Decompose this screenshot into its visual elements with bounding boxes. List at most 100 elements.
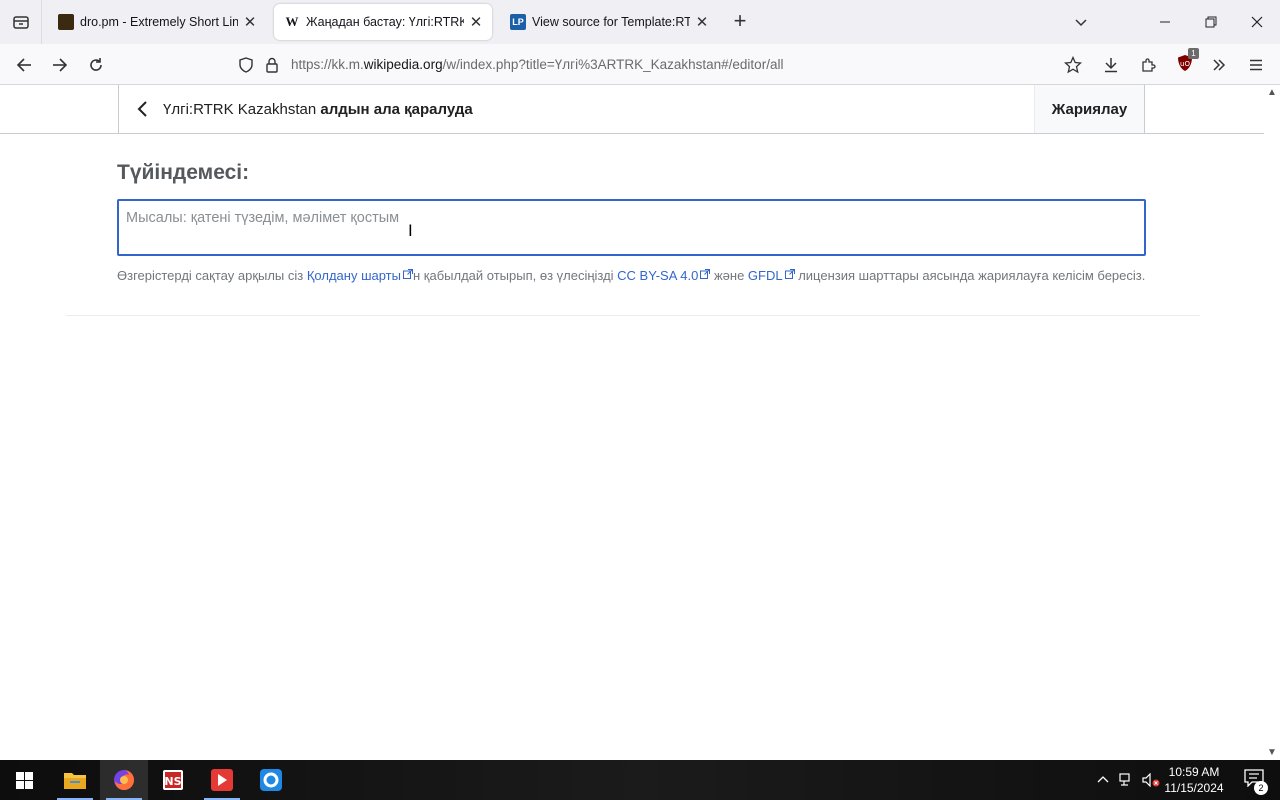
extensions-button[interactable] (1133, 50, 1163, 80)
cc-by-sa-link[interactable]: CC BY-SA 4.0 (617, 268, 711, 283)
content-divider (66, 315, 1200, 316)
chevron-up-icon (1097, 776, 1109, 783)
app-menu-button[interactable] (1241, 50, 1271, 80)
new-tab-button[interactable]: + (728, 10, 752, 34)
dro-pm-favicon-icon (58, 14, 74, 30)
bookmark-button[interactable] (1058, 50, 1088, 80)
url-domain: wikipedia.org (363, 57, 443, 72)
reload-button[interactable] (81, 50, 111, 80)
network-status-button[interactable] (1116, 760, 1138, 800)
taskbar-file-explorer[interactable] (51, 760, 99, 800)
minimize-button[interactable] (1142, 0, 1188, 44)
network-icon (1119, 773, 1130, 786)
external-link-icon (784, 269, 795, 279)
back-button[interactable] (9, 50, 39, 80)
lock-icon (266, 57, 278, 73)
site-info-button[interactable] (257, 50, 287, 80)
license-text-1: Өзгерістерді сақтау арқылы сіз (117, 268, 307, 283)
download-icon (1105, 58, 1117, 73)
close-window-button[interactable] (1234, 0, 1280, 44)
minimize-icon (1160, 21, 1170, 23)
clock-time: 10:59 AM (1168, 765, 1220, 779)
terms-of-use-link[interactable]: Қолдану шарты (307, 268, 413, 283)
restore-icon (1205, 16, 1217, 28)
volume-button[interactable] (1140, 760, 1162, 800)
notification-count-badge: 2 (1254, 780, 1268, 795)
external-link-icon (700, 269, 711, 279)
tab-strip: dro.pm - Extremely Short Links ✕ W Жаңад… (0, 0, 1280, 44)
close-icon (1251, 16, 1263, 28)
shield-icon (239, 57, 253, 73)
folder-icon (64, 773, 86, 789)
publish-button[interactable]: Жариялау (1034, 85, 1144, 133)
url-prefix: https://kk.m. (291, 57, 364, 72)
close-tab-icon[interactable]: ✕ (694, 13, 710, 31)
taskbar-app-ns[interactable]: NS (149, 760, 197, 800)
tab-view-source[interactable]: LP View source for Template:RTRK ✕ (500, 4, 718, 40)
license-notice: Өзгерістерді сақтау арқылы сіз Қолдану ш… (117, 266, 1152, 285)
editor-title: Үлгі:RTRK Kazakhstan алдын ала қаралуда (163, 101, 473, 118)
summary-label: Түйіндемесі: (117, 161, 250, 184)
taskbar-clock[interactable]: 10:59 AM 11/15/2024 (1160, 764, 1228, 796)
tab-title: dro.pm - Extremely Short Links (80, 15, 238, 29)
url-text[interactable]: https://kk.m.wikipedia.org/w/index.php?t… (291, 57, 783, 72)
tab-title: Жаңадан бастау: Үлгі:RTRK Kazakhstan (306, 15, 464, 29)
downloads-button[interactable] (1096, 50, 1126, 80)
taskbar-firefox[interactable] (100, 760, 148, 800)
tab-wikipedia[interactable]: W Жаңадан бастау: Үлгі:RTRK Kazakhstan ✕ (274, 4, 492, 40)
svg-text:NS: NS (164, 775, 181, 788)
tab-overflow-button[interactable] (1058, 0, 1104, 44)
editor-back-button[interactable] (131, 97, 155, 121)
arrow-right-icon (53, 58, 68, 72)
taskbar-app-red[interactable] (198, 760, 246, 800)
gfdl-link[interactable]: GFDL (748, 268, 795, 283)
page-scrollbar[interactable]: ▲ ▼ (1264, 85, 1280, 760)
double-chevron-right-icon (1213, 59, 1226, 71)
close-tab-icon[interactable]: ✕ (468, 13, 484, 31)
blue-app-icon (260, 769, 282, 791)
more-tools-button[interactable] (1204, 50, 1234, 80)
forward-button[interactable] (45, 50, 75, 80)
reload-icon (90, 58, 102, 71)
lp-favicon-icon: LP (510, 14, 526, 30)
restore-button[interactable] (1188, 0, 1234, 44)
svg-text:uO: uO (1180, 60, 1190, 68)
ns-app-icon: NS (163, 770, 183, 790)
puzzle-piece-icon (1142, 58, 1156, 72)
red-app-icon (211, 769, 233, 791)
url-suffix: /w/index.php?title=Үлгі%3ARTRK_Kazakhsta… (442, 57, 784, 72)
close-tab-icon[interactable]: ✕ (242, 13, 258, 31)
license-text-4: лицензия шарттары аясында жариялауға кел… (794, 268, 1146, 283)
taskbar-app-blue[interactable] (247, 760, 295, 800)
chevron-down-icon (1075, 19, 1087, 27)
arrow-left-icon (16, 58, 31, 72)
start-button[interactable] (0, 760, 48, 800)
page-content: Үлгі:RTRK Kazakhstan алдын ала қаралуда … (0, 85, 1264, 760)
speaker-muted-icon (1142, 773, 1160, 787)
scroll-up-icon[interactable]: ▲ (1267, 87, 1277, 98)
license-text-3: және (710, 268, 748, 283)
show-hidden-icons-button[interactable] (1092, 760, 1114, 800)
windows-logo-icon (15, 771, 33, 789)
notification-center-button[interactable]: 2 (1234, 760, 1274, 800)
text-cursor-icon: I (408, 221, 413, 240)
ublock-origin-button[interactable]: uO 1 (1170, 47, 1200, 80)
editor-header: Үлгі:RTRK Kazakhstan алдын ала қаралуда … (118, 85, 1145, 133)
tab-title: View source for Template:RTRK (532, 15, 690, 29)
windows-taskbar: NS 10:59 AM 11/15/2024 2 (0, 760, 1280, 800)
tab-dro-pm[interactable]: dro.pm - Extremely Short Links ✕ (48, 4, 266, 40)
edit-summary-input[interactable] (117, 199, 1146, 256)
chevron-left-icon (137, 101, 147, 117)
editor-title-page: Үлгі:RTRK Kazakhstan (163, 101, 317, 118)
scroll-down-icon[interactable]: ▼ (1267, 747, 1277, 758)
firefox-icon (114, 770, 134, 790)
header-divider (0, 133, 1264, 134)
external-link-icon (402, 269, 413, 279)
list-all-tabs-button[interactable] (0, 0, 42, 44)
editor-title-mode: алдын ала қаралуда (320, 101, 473, 118)
license-text-2: н қабылдай отырып, өз үлесіңізді (412, 268, 618, 283)
tab-list-icon (12, 16, 29, 29)
clock-date: 11/15/2024 (1164, 781, 1224, 795)
wikipedia-favicon-icon: W (285, 14, 299, 29)
star-icon (1064, 56, 1082, 74)
